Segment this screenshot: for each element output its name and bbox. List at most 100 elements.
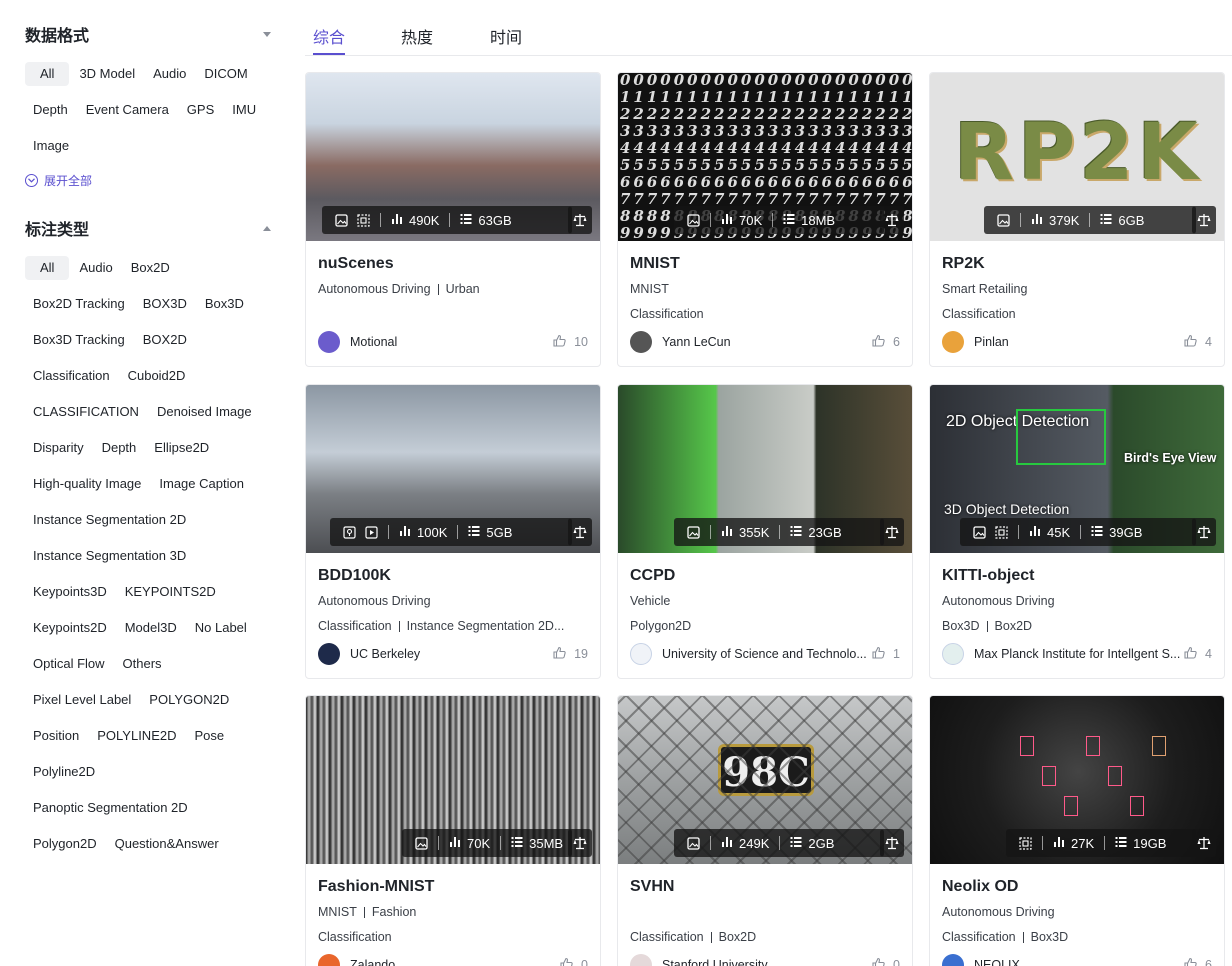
dataset-thumbnail[interactable]: 98C249K2GB	[618, 696, 912, 864]
chip-annotation-keypoints2d[interactable]: KEYPOINTS2D	[117, 580, 224, 604]
tab-comprehensive[interactable]: 综合	[313, 24, 346, 55]
tag[interactable]: Fashion	[372, 905, 416, 919]
tag[interactable]: Vehicle	[630, 594, 670, 608]
license-scale-icon[interactable]	[1192, 518, 1216, 546]
tag[interactable]: Polygon2D	[630, 619, 691, 633]
chip-annotation-depth[interactable]: Depth	[94, 436, 145, 460]
dataset-card[interactable]: 355K 23GB CCPD Vehicle Polygon2D University o…	[617, 384, 913, 679]
dataset-card[interactable]: 2D Object Detection Bird's Eye View 3D Obj…	[929, 384, 1225, 679]
dataset-thumbnail[interactable]: 490K 63GB	[306, 73, 600, 241]
tag[interactable]: Instance Segmentation 2D...	[407, 619, 565, 633]
chip-format-image[interactable]: Image	[25, 134, 77, 158]
dataset-card[interactable]: 100K 5GB BDD100K Autonomous Driving Classifi…	[305, 384, 601, 679]
chip-annotation-model3d[interactable]: Model3D	[117, 616, 185, 640]
like-button[interactable]: 0	[560, 957, 588, 966]
chip-annotation-polygon2d[interactable]: POLYGON2D	[141, 688, 237, 712]
owner[interactable]: Motional	[318, 331, 397, 353]
dataset-title[interactable]: Neolix OD	[942, 878, 1018, 896]
chip-format-event-camera[interactable]: Event Camera	[78, 98, 177, 122]
dataset-card[interactable]: 490K 63GB nuScenes Autonomous Driving Urban M…	[305, 72, 601, 367]
owner[interactable]: University of Science and Technolo...	[630, 643, 867, 665]
owner[interactable]: UC Berkeley	[318, 643, 420, 665]
chip-format-audio[interactable]: Audio	[145, 62, 194, 86]
dataset-card[interactable]: 0000000000000000000000 111111111111111111…	[617, 72, 913, 367]
owner[interactable]: Yann LeCun	[630, 331, 731, 353]
tag[interactable]: Box2D	[995, 619, 1033, 633]
dataset-title[interactable]: KITTI-object	[942, 567, 1034, 585]
tag[interactable]: Autonomous Driving	[318, 594, 431, 608]
chip-annotation-pose[interactable]: Pose	[187, 724, 233, 748]
tag[interactable]: Box3D	[1031, 930, 1069, 944]
chip-annotation-polygon2d[interactable]: Polygon2D	[25, 832, 105, 856]
chip-annotation-box3d[interactable]: BOX3D	[135, 292, 195, 316]
tag[interactable]: Classification	[630, 307, 704, 321]
dataset-card[interactable]: 98C249K2GBSVHNClassificationBox2DStanfor…	[617, 695, 913, 966]
license-scale-icon[interactable]	[880, 206, 904, 234]
chip-annotation-instance-segmentation-3d[interactable]: Instance Segmentation 3D	[25, 544, 194, 568]
license-scale-icon[interactable]	[880, 829, 904, 857]
annotation-filter-header[interactable]: 标注类型	[25, 216, 271, 240]
chip-annotation-panoptic-segmentation-2d[interactable]: Panoptic Segmentation 2D	[25, 796, 196, 820]
format-filter-header[interactable]: 数据格式	[25, 22, 271, 46]
owner[interactable]: Max Planck Institute for Intellgent S...	[942, 643, 1180, 665]
like-button[interactable]: 1	[872, 646, 900, 662]
chip-annotation-disparity[interactable]: Disparity	[25, 436, 92, 460]
chip-annotation-polyline2d[interactable]: POLYLINE2D	[89, 724, 184, 748]
like-button[interactable]: 0	[872, 957, 900, 966]
owner[interactable]: NEOLIX	[942, 954, 1020, 966]
chip-annotation-all[interactable]: All	[25, 256, 70, 280]
tag[interactable]: Box3D	[942, 619, 980, 633]
owner[interactable]: Stanford University	[630, 954, 768, 966]
dataset-thumbnail[interactable]: 27K 19GB	[930, 696, 1224, 864]
chip-format-gps[interactable]: GPS	[179, 98, 222, 122]
dataset-thumbnail[interactable]: 2D Object Detection Bird's Eye View 3D Obj…	[930, 385, 1224, 553]
chip-format-depth[interactable]: Depth	[25, 98, 76, 122]
chip-format-3d-model[interactable]: 3D Model	[71, 62, 143, 86]
chip-annotation-denoised-image[interactable]: Denoised Image	[149, 400, 260, 424]
dataset-title[interactable]: CCPD	[630, 567, 675, 585]
dataset-thumbnail[interactable]: 70K 35MB	[306, 696, 600, 864]
owner[interactable]: Pinlan	[942, 331, 1009, 353]
chip-annotation-cuboid2d[interactable]: Cuboid2D	[120, 364, 194, 388]
dataset-card[interactable]: 70K 35MB Fashion-MNIST MNIST Fashion Classifi…	[305, 695, 601, 966]
chip-format-imu[interactable]: IMU	[224, 98, 264, 122]
tag[interactable]: Urban	[446, 282, 480, 296]
dataset-thumbnail[interactable]: 100K 5GB	[306, 385, 600, 553]
chip-annotation-classification[interactable]: CLASSIFICATION	[25, 400, 147, 424]
chip-annotation-image-caption[interactable]: Image Caption	[151, 472, 252, 496]
chip-annotation-no-label[interactable]: No Label	[187, 616, 255, 640]
chip-annotation-ellipse2d[interactable]: Ellipse2D	[146, 436, 217, 460]
like-button[interactable]: 19	[553, 646, 588, 662]
tab-time[interactable]: 时间	[490, 24, 522, 48]
tag[interactable]: Classification	[630, 930, 704, 944]
chip-annotation-pixel-level-label[interactable]: Pixel Level Label	[25, 688, 139, 712]
chip-annotation-position[interactable]: Position	[25, 724, 87, 748]
chip-annotation-keypoints3d[interactable]: Keypoints3D	[25, 580, 115, 604]
dataset-title[interactable]: RP2K	[942, 255, 985, 273]
chip-annotation-audio[interactable]: Audio	[71, 256, 120, 280]
license-scale-icon[interactable]	[1192, 206, 1216, 234]
chip-format-all[interactable]: All	[25, 62, 70, 86]
tag[interactable]: MNIST	[318, 905, 357, 919]
tag[interactable]: Autonomous Driving	[942, 905, 1055, 919]
license-scale-icon[interactable]	[568, 518, 592, 546]
chip-annotation-box2d[interactable]: Box2D	[123, 256, 178, 280]
chip-annotation-instance-segmentation-2d[interactable]: Instance Segmentation 2D	[25, 508, 194, 532]
dataset-title[interactable]: Fashion-MNIST	[318, 878, 434, 896]
like-button[interactable]: 10	[553, 334, 588, 350]
dataset-title[interactable]: MNIST	[630, 255, 680, 273]
tag[interactable]: MNIST	[630, 282, 669, 296]
tab-popularity[interactable]: 热度	[401, 24, 433, 48]
like-button[interactable]: 4	[1184, 646, 1212, 662]
chip-annotation-others[interactable]: Others	[115, 652, 170, 676]
chip-annotation-keypoints2d[interactable]: Keypoints2D	[25, 616, 115, 640]
dataset-card[interactable]: 27K 19GB Neolix OD Autonomous Driving Classi…	[929, 695, 1225, 966]
license-scale-icon[interactable]	[1192, 829, 1216, 857]
license-scale-icon[interactable]	[880, 518, 904, 546]
owner[interactable]: Zalando	[318, 954, 395, 966]
tag[interactable]: Classification	[942, 930, 1016, 944]
tag[interactable]: Classification	[318, 930, 392, 944]
chip-annotation-optical-flow[interactable]: Optical Flow	[25, 652, 113, 676]
chip-format-dicom[interactable]: DICOM	[196, 62, 255, 86]
dataset-thumbnail[interactable]: 0000000000000000000000 111111111111111111…	[618, 73, 912, 241]
